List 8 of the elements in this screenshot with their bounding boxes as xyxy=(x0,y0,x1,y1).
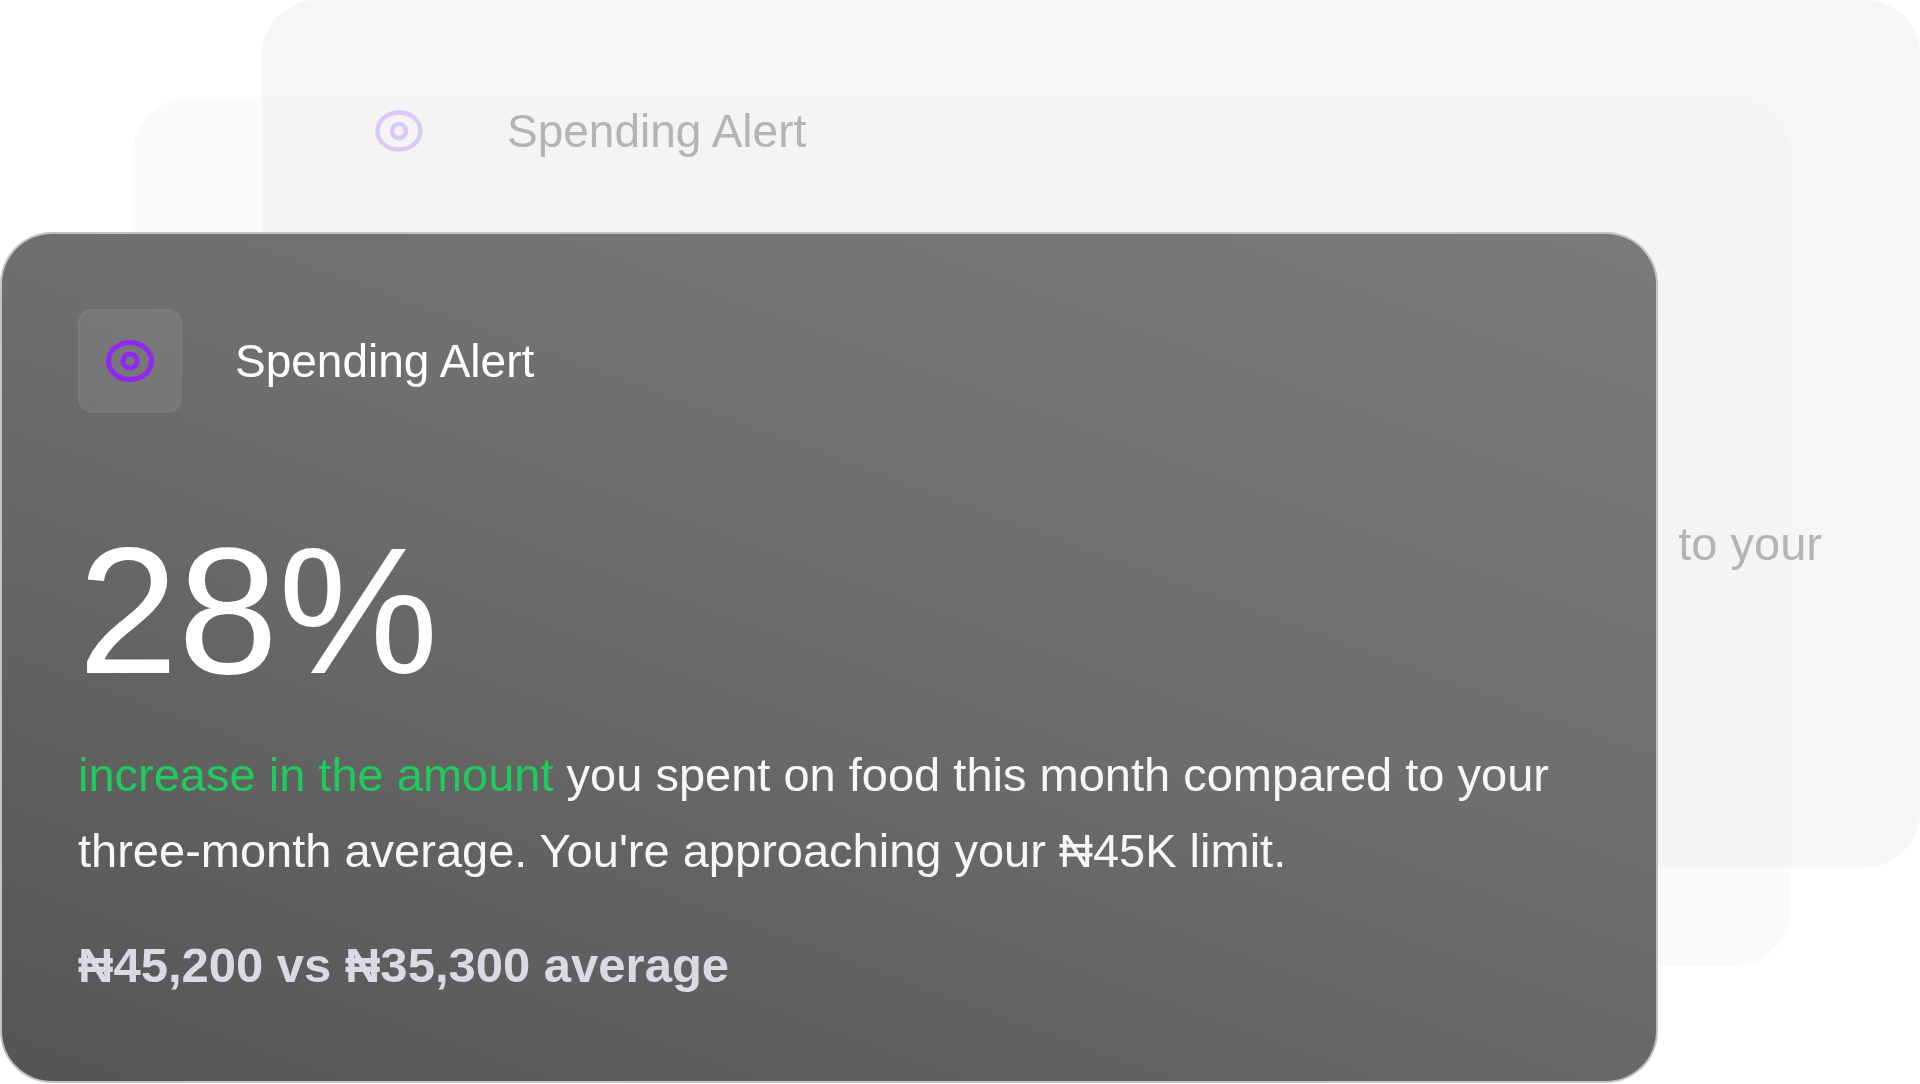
eye-icon xyxy=(375,110,423,152)
message-text: to your xyxy=(1678,516,1822,572)
alert-message: increase in the amount you spent on food this month compared to your three-month average. You're approaching your ₦45K limit. xyxy=(78,747,1550,879)
card-title: Spending Alert xyxy=(507,105,807,157)
eye-icon xyxy=(78,309,182,413)
percentage-value: 28% xyxy=(78,521,439,701)
spending-comparison: ₦45,200 vs ₦35,300 average xyxy=(78,937,730,994)
alert-title: Spending Alert xyxy=(235,334,535,389)
